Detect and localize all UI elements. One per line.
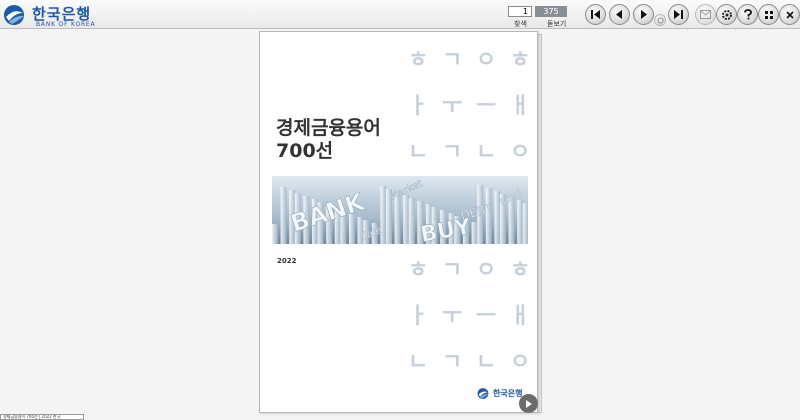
banner-column [522,203,528,244]
book-page[interactable]: ㅎㄱㅇㅎㅏㅜㅡㅐㄴㄱㄴㅇ 경제금융용어 700선 BANK Market DEB… [259,31,538,413]
jamo-glyph: ㅐ [510,304,531,329]
jamo-pattern-top: ㅎㄱㅇㅎㅏㅜㅡㅐㄴㄱㄴㅇ [408,42,531,167]
jamo-glyph: ㅡ [476,304,497,329]
jamo-glyph: ㅜ [442,94,463,119]
cover-banner-image: BANK Market DEBT BUY Bond Sale [272,176,528,244]
question-icon [743,9,752,20]
jamo-glyph: ㄱ [442,258,463,283]
next-page-icon [641,10,647,19]
mail-icon [700,10,711,19]
jamo-glyph: ㄱ [442,350,463,375]
help-button[interactable] [737,4,758,25]
jamo-glyph: ㅏ [408,304,429,329]
banner-column [403,195,410,244]
jamo-glyph: ㄴ [476,350,497,375]
next-page-button[interactable] [633,4,654,25]
jamo-glyph: ㅇ [510,350,531,375]
jamo-glyph: ㄱ [442,48,463,73]
banner-column [280,187,287,244]
fullscreen-button[interactable] [758,4,779,25]
gear-icon [721,9,732,20]
jamo-glyph: ㄱ [442,140,463,165]
total-pages-badge: 375 [535,6,567,17]
page-number-input[interactable]: 1 [508,6,532,17]
auto-flip-icon [657,17,663,23]
bank-logo-icon [4,5,24,25]
zoom-label[interactable]: 돋보기 [547,19,566,29]
book-title-line2: 700선 [276,140,334,162]
grid-icon [764,10,773,19]
jamo-glyph: ㅎ [408,48,429,73]
jamo-glyph: ㅇ [510,140,531,165]
jamo-glyph: ㄴ [476,140,497,165]
banner-column [408,198,415,244]
toolbar: 한국은행 BANK OF KOREA 1 375 찾색 돋보기 [0,0,800,29]
arrow-right-icon [526,399,532,408]
close-icon [785,10,794,19]
first-page-icon [591,10,600,19]
jamo-glyph: ㅐ [510,94,531,119]
publication-year: 2022 [277,257,297,265]
email-button[interactable] [695,4,716,25]
logo-english-text: BANK OF KOREA [36,21,96,28]
banner-column [272,224,278,244]
settings-button[interactable] [716,4,737,25]
jamo-glyph: ㄴ [408,140,429,165]
status-bar: 경제금융용어 700선 | 2022 한국 [0,414,84,420]
last-page-button[interactable] [668,4,689,25]
banner-column [517,200,524,244]
jamo-glyph: ㅎ [408,258,429,283]
jamo-glyph: ㅜ [442,304,463,329]
bank-of-korea-logo[interactable]: 한국은행 BANK OF KOREA [3,3,113,28]
bank-logo-icon [477,388,489,399]
last-page-icon [674,10,683,19]
jamo-glyph: ㅇ [476,258,497,283]
jamo-glyph: ㅎ [510,48,531,73]
jamo-pattern-bottom: ㅎㄱㅇㅎㅏㅜㅡㅐㄴㄱㄴㅇ [408,252,531,377]
page-next-arrow[interactable] [519,394,538,413]
jamo-glyph: ㄴ [408,350,429,375]
prev-page-button[interactable] [609,4,630,25]
jamo-glyph: ㅡ [476,94,497,119]
first-page-button[interactable] [585,4,606,25]
auto-flip-button[interactable] [654,14,666,26]
prev-page-icon [616,10,622,19]
jamo-glyph: ㅇ [476,48,497,73]
search-label[interactable]: 찾색 [514,19,527,29]
jamo-glyph: ㅎ [510,258,531,283]
close-button[interactable] [779,4,800,25]
jamo-glyph: ㅏ [408,94,429,119]
publisher-name: 한국은행 [493,389,523,398]
banner-column [471,222,478,244]
